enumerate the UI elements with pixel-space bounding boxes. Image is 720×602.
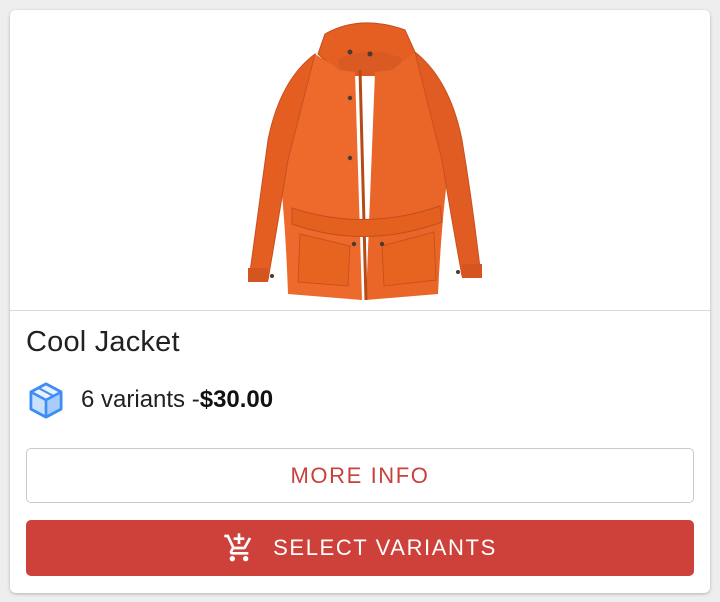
select-variants-label: SELECT VARIANTS: [273, 535, 497, 560]
add-shopping-cart-icon: [223, 532, 255, 564]
jacket-image: [248, 22, 482, 301]
more-info-label: MORE INFO: [290, 462, 430, 488]
product-price: $30.00: [199, 386, 274, 413]
product-card: Cool Jacket 6 variants - $30.00 MORE INF…: [10, 10, 710, 593]
variants-count: 6 variants -: [81, 386, 200, 413]
box-icon: [26, 380, 66, 420]
select-variants-button[interactable]: SELECT VARIANTS: [26, 520, 694, 576]
more-info-button[interactable]: MORE INFO: [26, 448, 694, 503]
product-image[interactable]: [10, 10, 710, 311]
variants-summary: 6 variants - $30.00: [26, 380, 273, 420]
product-title: Cool Jacket: [26, 326, 180, 358]
